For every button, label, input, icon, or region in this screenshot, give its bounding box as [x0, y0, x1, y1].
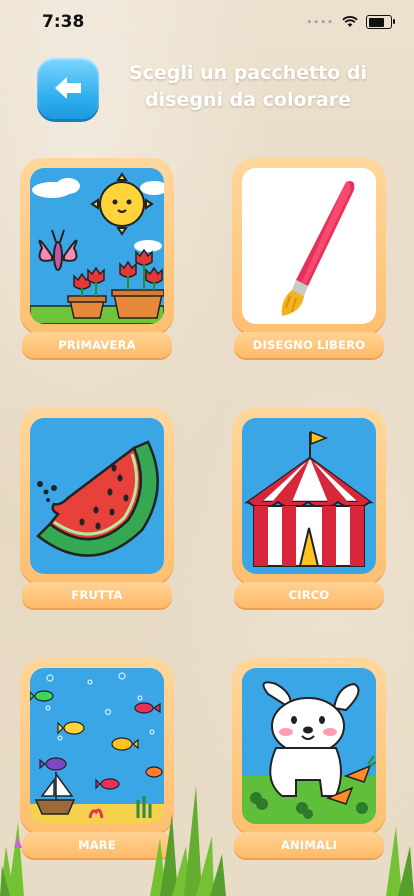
pack-card-primavera[interactable]: PRIMAVERA [20, 158, 174, 358]
pack-card-circo[interactable]: CIRCO [232, 408, 386, 608]
pack-label-bar: ANIMALI [234, 832, 384, 858]
pack-thumbnail-disegno-libero [242, 168, 376, 324]
pack-thumbnail-frutta [30, 418, 164, 574]
pack-label-bar: DISEGNO LIBERO [234, 332, 384, 358]
pack-card-animali[interactable]: ANIMALI [232, 658, 386, 858]
status-icons: •••• [306, 15, 395, 29]
paintbrush-icon [242, 168, 376, 324]
pack-thumbnail-circo [242, 418, 376, 574]
watermelon-illustration [30, 418, 164, 574]
rabbit-illustration [242, 668, 376, 824]
cellular-signal-icon: •••• [306, 16, 334, 28]
pack-card-frutta[interactable]: FRUTTA [20, 408, 174, 608]
circus-tent-illustration [242, 418, 376, 574]
pack-label: DISEGNO LIBERO [252, 338, 366, 352]
pack-label: PRIMAVERA [58, 338, 136, 352]
spring-illustration [30, 168, 164, 324]
pack-thumbnail-animali [242, 668, 376, 824]
back-button[interactable] [37, 57, 99, 119]
sea-illustration [30, 668, 164, 824]
pack-thumbnail-primavera [30, 168, 164, 324]
pack-label-bar: PRIMAVERA [22, 332, 172, 358]
battery-icon [366, 15, 395, 29]
pack-label: MARE [78, 838, 116, 852]
status-bar: 7:38 •••• [0, 0, 414, 44]
pack-label-bar: CIRCO [234, 582, 384, 608]
pack-label-bar: MARE [22, 832, 172, 858]
pack-label: CIRCO [288, 588, 330, 602]
pack-label-bar: FRUTTA [22, 582, 172, 608]
pack-thumbnail-mare [30, 668, 164, 824]
pack-label: ANIMALI [280, 838, 338, 852]
wifi-icon [342, 16, 358, 27]
page-title: Scegli un pacchetto di disegni da colora… [128, 62, 368, 111]
pack-card-mare[interactable]: MARE [20, 658, 174, 858]
status-time: 7:38 [42, 12, 85, 32]
pack-card-disegno-libero[interactable]: DISEGNO LIBERO [232, 158, 386, 358]
pack-label: FRUTTA [71, 588, 123, 602]
arrow-left-icon [55, 77, 81, 99]
